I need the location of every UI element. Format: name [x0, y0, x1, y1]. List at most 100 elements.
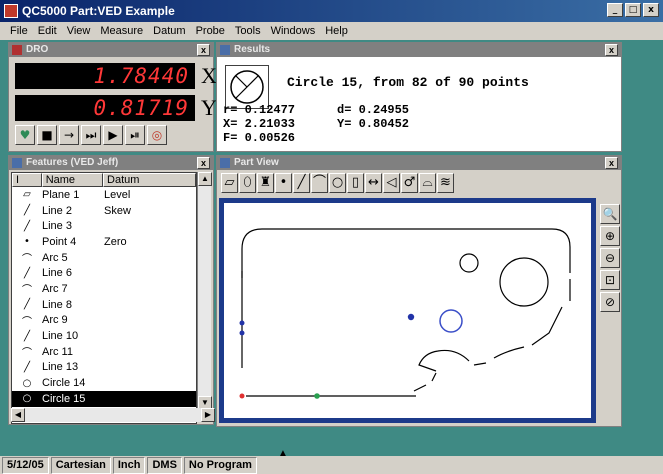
status-angle-format[interactable]: DMS: [147, 456, 182, 474]
feature-row[interactable]: ╱ Line 2 Skew: [12, 203, 196, 219]
result-form: F= 0.00526: [223, 131, 296, 145]
distance-tool-icon[interactable]: ↔: [365, 173, 382, 193]
features-close-button[interactable]: x: [197, 157, 210, 169]
feature-name: Plane 1: [42, 188, 80, 201]
stop-icon[interactable]: ■: [37, 125, 57, 145]
circle-icon: ○: [22, 393, 32, 405]
arrow-right-icon[interactable]: →: [59, 125, 79, 145]
menu-edit[interactable]: Edit: [38, 22, 57, 40]
column-name[interactable]: Name: [41, 173, 104, 187]
close-button[interactable]: x: [643, 3, 659, 17]
app-icon: [4, 4, 18, 18]
textbox-tool-icon[interactable]: ≋: [437, 173, 454, 193]
feature-name: Point 4: [42, 235, 77, 248]
circle-icon: ○: [22, 377, 32, 389]
menu-windows[interactable]: Windows: [271, 22, 316, 40]
feature-name: Line 6: [42, 267, 72, 280]
status-coordinates[interactable]: Cartesian: [50, 456, 111, 474]
feature-row[interactable]: ╱ Line 8: [12, 297, 196, 313]
line-icon: ╱: [23, 361, 31, 373]
line-icon: ╱: [23, 205, 31, 217]
ring-tool-icon[interactable]: ⌓: [419, 173, 436, 193]
cylinder-tool-icon[interactable]: ⬯: [239, 173, 256, 193]
features-icon: [12, 158, 22, 168]
menu-tools[interactable]: Tools: [235, 22, 261, 40]
column-icon[interactable]: I: [12, 173, 42, 187]
status-units[interactable]: Inch: [112, 456, 146, 474]
status-program[interactable]: No Program: [183, 456, 257, 474]
part-view-title: Part View: [234, 157, 279, 168]
part-drawing: [239, 228, 571, 399]
results-close-button[interactable]: x: [605, 44, 618, 56]
dro-close-button[interactable]: x: [197, 44, 210, 56]
features-header: I Name Datum: [12, 173, 196, 187]
zoom-in-icon[interactable]: ⊕: [600, 226, 620, 246]
results-panel: Results x Circle 15, from 82 of 90 point…: [216, 42, 622, 152]
step-end-icon[interactable]: ⏯: [125, 125, 145, 145]
column-datum[interactable]: Datum: [103, 173, 196, 187]
heart-probe-icon[interactable]: ♥: [15, 125, 35, 145]
minimize-button[interactable]: _: [607, 3, 623, 17]
feature-row[interactable]: ╱ Line 10: [12, 328, 196, 344]
zoom-fit-icon[interactable]: ⊡: [600, 270, 620, 290]
result-x: X= 2.21033: [223, 117, 296, 131]
feature-row[interactable]: • Point 4 Zero: [12, 234, 196, 250]
feature-name: Arc 11: [42, 345, 73, 358]
feature-row[interactable]: ○ Circle 14: [12, 375, 196, 391]
feature-row[interactable]: ⌒ Arc 7: [12, 281, 196, 297]
line-icon: ╱: [23, 267, 31, 279]
feature-row[interactable]: ⌒ Arc 5: [12, 250, 196, 266]
plane-icon: ▱: [23, 189, 31, 201]
feature-name: Line 3: [42, 220, 72, 233]
feature-row[interactable]: ⌒ Arc 11: [12, 344, 196, 360]
features-hscroll[interactable]: ◀ ▶: [11, 408, 215, 422]
feature-name: Arc 9: [42, 314, 68, 327]
arc-icon: ⌒: [22, 285, 32, 297]
menu-probe[interactable]: Probe: [196, 22, 225, 40]
menu-datum[interactable]: Datum: [153, 22, 185, 40]
blob-tool-icon[interactable]: ♂: [401, 173, 418, 193]
scroll-left-icon[interactable]: ◀: [11, 408, 25, 422]
slot-tool-icon[interactable]: ▯: [347, 173, 364, 193]
feature-row[interactable]: ╱ Line 13: [12, 360, 196, 376]
point-tool-icon[interactable]: •: [275, 173, 292, 193]
part-view-canvas[interactable]: [219, 198, 596, 423]
arc-tool-icon[interactable]: ⌒: [311, 173, 328, 193]
play-icon[interactable]: ▶: [103, 125, 123, 145]
angle-tool-icon[interactable]: ◁: [383, 173, 400, 193]
scroll-right-icon[interactable]: ▶: [201, 408, 215, 422]
part-view-panel: Part View x ▱ ⬯ ♜ • ╱ ⌒ ○ ▯ ↔ ◁ ♂ ⌓ ≋ 🔍 ⊕ ⊖ ⊡ ⊘: [216, 155, 622, 427]
feature-row[interactable]: ▱ Plane 1 Level: [12, 187, 196, 203]
part-view-title-bar: Part View x: [217, 156, 621, 170]
circle-tool-icon[interactable]: ○: [329, 173, 346, 193]
target-icon[interactable]: ◎: [147, 125, 167, 145]
dro-x-readout: 1.78440: [15, 63, 195, 89]
maximize-button[interactable]: □: [625, 3, 641, 17]
menu-help[interactable]: Help: [325, 22, 348, 40]
results-heading: Circle 15, from 82 of 90 points: [287, 75, 529, 90]
feature-datum: Zero: [104, 235, 127, 248]
zoom-out-icon[interactable]: ⊖: [600, 248, 620, 268]
probe-tool-icon[interactable]: ♜: [257, 173, 274, 193]
feature-datum: Skew: [104, 204, 131, 217]
scroll-up-icon[interactable]: ▲: [198, 172, 212, 186]
status-bar: 5/12/05 Cartesian Inch DMS No Program: [0, 456, 663, 474]
feature-row[interactable]: ╱ Line 3: [12, 218, 196, 234]
menu-file[interactable]: File: [10, 22, 28, 40]
features-vscroll[interactable]: ▲ ▼: [197, 172, 212, 410]
feature-row[interactable]: ⌒ Arc 9: [12, 313, 196, 329]
feature-row[interactable]: ╱ Line 6: [12, 265, 196, 281]
result-radius: r= 0.12477: [223, 103, 296, 117]
line-tool-icon[interactable]: ╱: [293, 173, 310, 193]
zoom-previous-icon[interactable]: ⊘: [600, 292, 620, 312]
features-title-bar: Features (VED Jeff) x: [9, 156, 213, 170]
step-forward-icon[interactable]: ⏭: [81, 125, 101, 145]
feature-row[interactable]: ○ Circle 15: [12, 390, 196, 407]
dro-title: DRO: [26, 44, 49, 55]
plane-tool-icon[interactable]: ▱: [221, 173, 238, 193]
zoom-icon[interactable]: 🔍: [600, 204, 620, 224]
feature-name: Circle 14: [42, 377, 86, 390]
part-view-close-button[interactable]: x: [605, 157, 618, 169]
menu-measure[interactable]: Measure: [100, 22, 143, 40]
menu-view[interactable]: View: [67, 22, 91, 40]
